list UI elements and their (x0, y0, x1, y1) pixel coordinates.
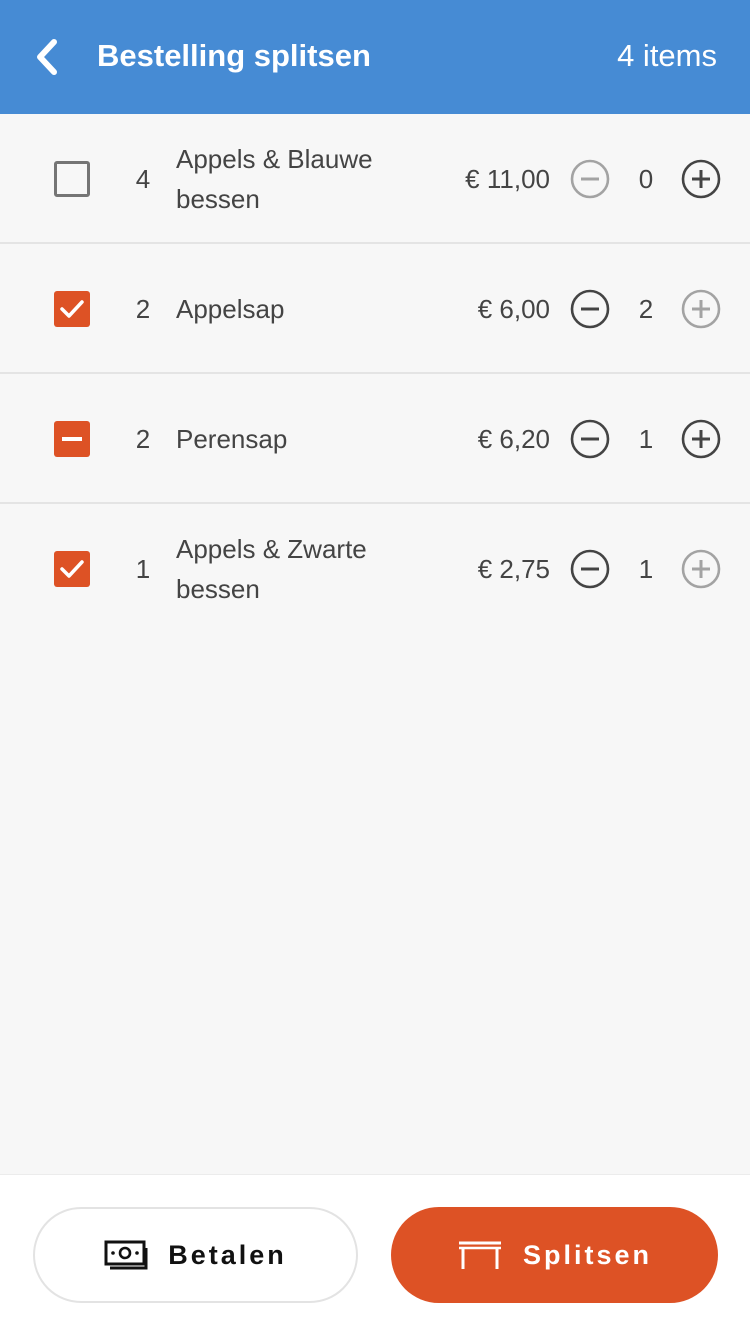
minus-icon[interactable] (570, 549, 610, 589)
list-item: 4 Appels & Blauwe bessen € 11,00 0 (0, 114, 750, 244)
page-title: Bestelling splitsen (97, 38, 371, 73)
chevron-left-icon (37, 39, 57, 75)
table-icon (458, 1241, 501, 1269)
list-item: 2 Appelsap € 6,00 2 (0, 244, 750, 374)
plus-icon[interactable] (681, 289, 721, 329)
action-footer: Betalen Splitsen (0, 1174, 750, 1334)
back-button[interactable] (22, 32, 72, 82)
dash-icon (62, 437, 82, 441)
item-count: 4 items (617, 38, 717, 73)
split-count: 2 (638, 294, 654, 324)
item-quantity: 2 (135, 294, 151, 324)
item-quantity: 4 (135, 164, 151, 194)
minus-icon[interactable] (570, 289, 610, 329)
item-quantity: 1 (135, 554, 151, 584)
split-count: 1 (638, 554, 654, 584)
item-price: € 11,00 (465, 164, 550, 194)
item-name: Appels & Blauwe bessen (176, 144, 373, 214)
item-name: Perensap (176, 424, 288, 454)
item-checkbox[interactable] (54, 551, 90, 587)
item-checkbox[interactable] (54, 161, 90, 197)
pay-button[interactable]: Betalen (33, 1207, 358, 1303)
item-price: € 6,20 (477, 424, 550, 454)
split-label: Splitsen (522, 1239, 653, 1270)
order-items-list: 4 Appels & Blauwe bessen € 11,00 0 2 App… (0, 114, 750, 634)
checkmark-icon (60, 300, 84, 318)
item-name: Appelsap (176, 294, 285, 324)
list-item: 1 Appels & Zwarte bessen € 2,75 1 (0, 504, 750, 634)
item-price: € 2,75 (477, 554, 550, 584)
checkmark-icon (60, 560, 84, 578)
plus-icon[interactable] (681, 159, 721, 199)
item-checkbox[interactable] (54, 421, 90, 457)
item-checkbox[interactable] (54, 291, 90, 327)
money-icon (104, 1240, 148, 1270)
split-button[interactable]: Splitsen (391, 1207, 718, 1303)
split-count: 0 (638, 164, 654, 194)
minus-icon[interactable] (570, 419, 610, 459)
plus-icon[interactable] (681, 549, 721, 589)
item-price: € 6,00 (477, 294, 550, 324)
plus-icon[interactable] (681, 419, 721, 459)
item-quantity: 2 (135, 424, 151, 454)
pay-label: Betalen (168, 1239, 287, 1270)
item-name: Appels & Zwarte bessen (176, 534, 367, 604)
list-item: 2 Perensap € 6,20 1 (0, 374, 750, 504)
minus-icon[interactable] (570, 159, 610, 199)
app-header: Bestelling splitsen 4 items (0, 0, 750, 114)
split-count: 1 (638, 424, 654, 454)
